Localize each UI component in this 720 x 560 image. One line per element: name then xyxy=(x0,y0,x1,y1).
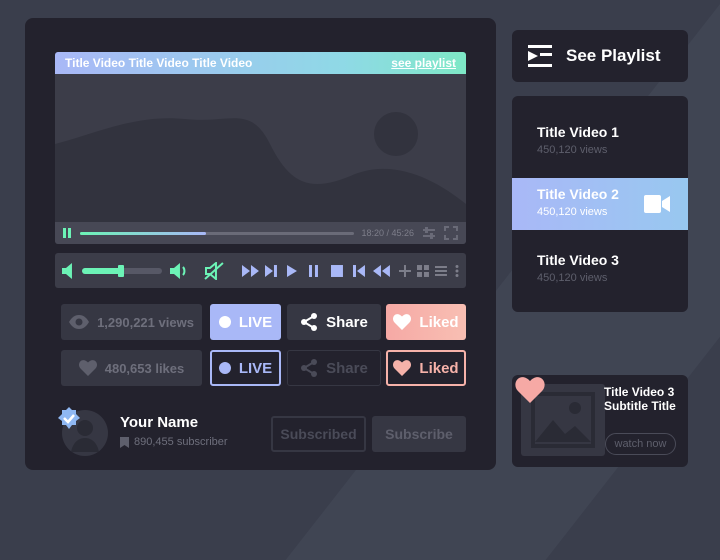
eye-icon xyxy=(69,315,90,329)
volume-high-icon[interactable] xyxy=(169,262,190,279)
views-stat: 1,290,221 views xyxy=(61,304,202,340)
control-bar xyxy=(55,253,466,288)
list-icon[interactable] xyxy=(435,265,448,277)
bookmark-icon xyxy=(120,436,129,448)
subscribed-button[interactable]: Subscribed xyxy=(271,416,366,452)
mute-icon[interactable] xyxy=(203,261,224,280)
live-button[interactable]: LIVE xyxy=(210,304,281,340)
liked-outline-button[interactable]: Liked xyxy=(386,350,466,386)
live-dot-icon xyxy=(218,316,231,328)
skip-previous-icon[interactable] xyxy=(353,264,366,277)
time-display: 18:20 / 45:26 xyxy=(361,228,415,238)
skip-next-icon[interactable] xyxy=(265,264,278,277)
settings-sliders-icon[interactable] xyxy=(422,226,436,240)
fast-forward-icon[interactable] xyxy=(241,264,260,277)
video-camera-icon xyxy=(644,195,670,213)
more-vertical-icon[interactable] xyxy=(455,264,459,277)
play-icon[interactable] xyxy=(287,264,298,277)
playlist-item-views: 450,120 views xyxy=(537,272,608,284)
playlist-item-3[interactable]: Title Video 3 450,120 views xyxy=(512,244,688,296)
video-card[interactable]: Title Video 3 Subtitle Title watch now xyxy=(512,375,688,467)
share-icon xyxy=(301,313,318,331)
share-label: Share xyxy=(326,313,368,331)
volume-slider[interactable] xyxy=(81,264,162,277)
video-title-bar: Title Video Title Video Title Video see … xyxy=(55,52,466,74)
playlist-panel: Title Video 1 450,120 views Title Video … xyxy=(512,96,688,312)
stop-icon[interactable] xyxy=(331,264,344,277)
see-playlist-link[interactable]: see playlist xyxy=(391,56,456,70)
live-outline-button[interactable]: LIVE xyxy=(210,350,281,386)
volume-fill xyxy=(81,267,122,274)
card-title: Title Video 3 Subtitle Title xyxy=(604,385,676,413)
heart-icon xyxy=(393,360,412,376)
progress-row: 18:20 / 45:26 xyxy=(55,222,466,244)
playlist-item-2[interactable]: Title Video 2 450,120 views xyxy=(512,178,688,230)
see-playlist-label: See Playlist xyxy=(566,46,661,65)
see-playlist-button[interactable]: See Playlist xyxy=(512,30,688,82)
playlist-item-title: Title Video 3 xyxy=(537,252,619,268)
share-button[interactable]: Share xyxy=(287,304,381,340)
rewind-icon[interactable] xyxy=(373,264,391,277)
share-ghost-button[interactable]: Share xyxy=(287,350,381,386)
grid-icon[interactable] xyxy=(417,264,430,277)
volume-low-icon[interactable] xyxy=(62,262,76,279)
verified-badge-icon xyxy=(58,407,80,429)
live-dot-icon xyxy=(218,362,231,374)
playlist-item-views: 450,120 views xyxy=(537,144,608,156)
video-placeholder-image xyxy=(55,74,466,222)
liked-label: Liked xyxy=(419,359,459,377)
video-title: Title Video Title Video Title Video xyxy=(65,56,253,70)
heart-icon[interactable] xyxy=(515,377,545,403)
fullscreen-icon[interactable] xyxy=(444,226,458,240)
subscribe-button[interactable]: Subscribe xyxy=(372,416,466,452)
progress-track[interactable] xyxy=(79,231,354,235)
live-label: LIVE xyxy=(238,313,273,331)
playlist-icon xyxy=(528,45,552,67)
channel-name: Your Name xyxy=(120,414,199,431)
live-label: LIVE xyxy=(238,359,273,377)
watch-now-button[interactable]: watch now xyxy=(605,433,676,455)
heart-icon xyxy=(78,360,97,376)
pause-icon[interactable] xyxy=(309,264,319,277)
playlist-item-title: Title Video 1 xyxy=(537,124,619,140)
subscriber-text: 890,455 subscriber xyxy=(134,436,228,448)
playlist-item-1[interactable]: Title Video 1 450,120 views xyxy=(512,116,688,168)
liked-button[interactable]: Liked xyxy=(386,304,466,340)
video-player[interactable]: Title Video Title Video Title Video see … xyxy=(55,52,466,244)
share-icon xyxy=(301,359,318,377)
liked-label: Liked xyxy=(419,313,459,331)
share-label: Share xyxy=(326,359,368,377)
likes-count: 480,653 likes xyxy=(104,360,185,376)
subscriber-count: 890,455 subscriber xyxy=(120,436,228,448)
add-icon[interactable] xyxy=(399,264,412,277)
likes-stat: 480,653 likes xyxy=(61,350,202,386)
views-count: 1,290,221 views xyxy=(97,314,194,330)
volume-knob[interactable] xyxy=(117,264,124,277)
heart-icon xyxy=(393,314,412,330)
pause-icon[interactable] xyxy=(63,228,72,238)
progress-fill xyxy=(79,231,206,235)
